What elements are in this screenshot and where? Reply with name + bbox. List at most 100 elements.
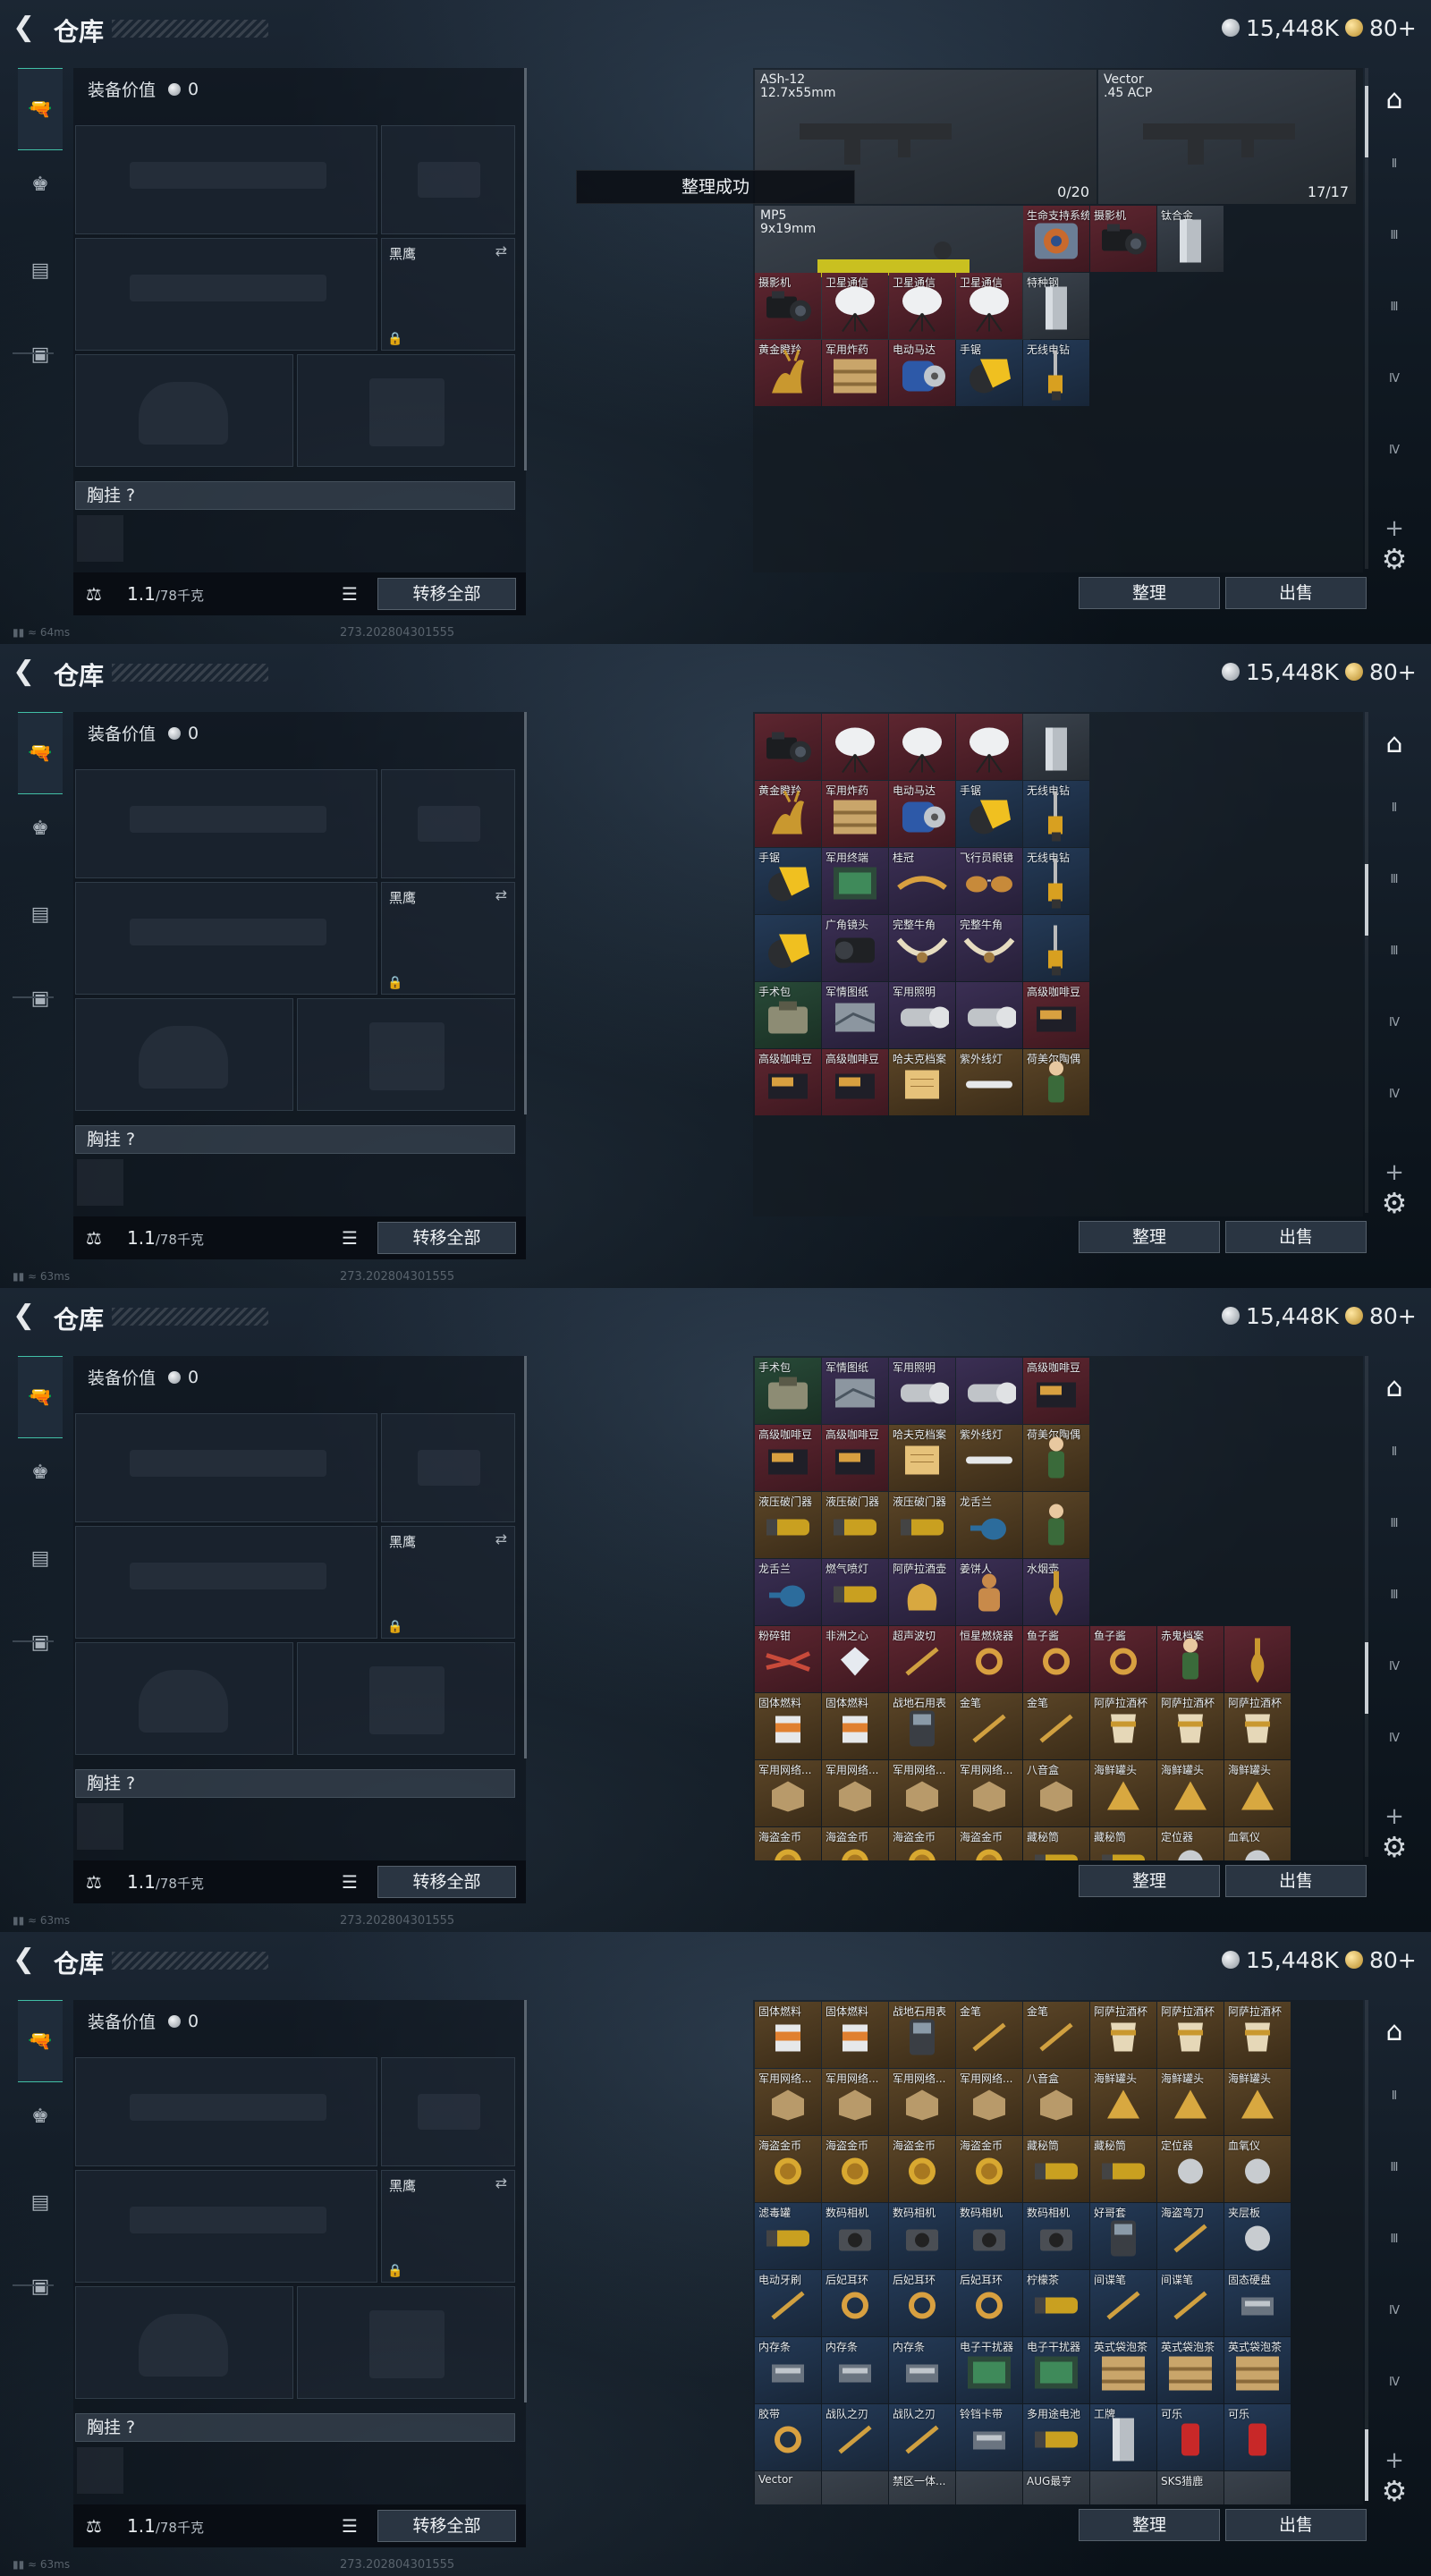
sort-button[interactable]: 整理 bbox=[1079, 1221, 1220, 1253]
transfer-all-button[interactable]: 转移全部 bbox=[377, 1222, 516, 1254]
stash-item[interactable]: 定位器 bbox=[1157, 2136, 1224, 2202]
tab-bag[interactable]: ▣ bbox=[18, 2259, 63, 2313]
loadout-scrollbar[interactable] bbox=[524, 2000, 527, 2402]
swap-icon[interactable]: ⇄ bbox=[495, 886, 507, 903]
gear-icon[interactable]: ⚙ bbox=[1372, 1830, 1417, 1864]
gear-icon[interactable]: ⚙ bbox=[1372, 1186, 1417, 1220]
back-icon[interactable]: ❮ bbox=[13, 14, 39, 41]
chest-rig-bar[interactable]: 胸挂 ? bbox=[75, 1125, 515, 1154]
stash-tab-4[interactable]: Ⅲ bbox=[1372, 301, 1417, 331]
gear-icon[interactable]: ⚙ bbox=[1372, 2474, 1417, 2508]
stash-tab-4[interactable]: Ⅲ bbox=[1372, 945, 1417, 975]
stash-item[interactable]: 燃气喷灯 bbox=[822, 1559, 888, 1625]
stash-item[interactable]: 军情图纸 bbox=[822, 1358, 888, 1424]
chest-rig-slot[interactable] bbox=[77, 1803, 123, 1850]
stash-item[interactable]: 英式袋泡茶 bbox=[1224, 2337, 1291, 2403]
stash-item[interactable]: 军用炸药 bbox=[822, 781, 888, 847]
stash-item[interactable]: 军用网络... bbox=[822, 1760, 888, 1826]
stash-item[interactable]: 黄金瞪羚 bbox=[755, 340, 821, 406]
stash-item[interactable]: 卫星通信 bbox=[889, 273, 955, 339]
melee-slot[interactable]: 黑鹰 ⇄ 🔒 bbox=[381, 238, 515, 351]
sell-button[interactable]: 出售 bbox=[1225, 2509, 1367, 2541]
stash-item[interactable]: 滤毒罐 bbox=[755, 2203, 821, 2269]
helmet-slot[interactable] bbox=[75, 354, 293, 467]
stash-item[interactable]: 阿萨拉酒杯 bbox=[1090, 1693, 1156, 1759]
stash-item[interactable]: 内存条 bbox=[889, 2337, 955, 2403]
stash-item[interactable]: 固体燃料 bbox=[822, 2002, 888, 2068]
stash-scrollbar[interactable] bbox=[1365, 712, 1368, 1213]
tab-armor[interactable]: ♚ bbox=[18, 157, 63, 211]
tab-weapons[interactable]: 🔫 bbox=[18, 68, 63, 150]
stash-item[interactable] bbox=[1090, 2471, 1156, 2504]
stash-item[interactable]: 军情图纸 bbox=[822, 982, 888, 1048]
stash-item[interactable]: 电动牙刷 bbox=[755, 2270, 821, 2336]
tab-weapons[interactable]: 🔫 bbox=[18, 712, 63, 794]
stash-item[interactable]: 军用网络... bbox=[956, 2069, 1022, 2135]
stash-tab-4[interactable]: Ⅲ bbox=[1372, 1589, 1417, 1619]
stash-item[interactable]: 军用网络... bbox=[755, 1760, 821, 1826]
back-icon[interactable]: ❮ bbox=[13, 1946, 39, 1973]
stash-item[interactable]: 阿萨拉酒杯 bbox=[1157, 2002, 1224, 2068]
stash-item[interactable]: 铃铛卡带 bbox=[956, 2404, 1022, 2470]
stash-item[interactable]: 手锯 bbox=[956, 340, 1022, 406]
gear-icon[interactable]: ⚙ bbox=[1372, 542, 1417, 576]
stash-item[interactable] bbox=[822, 714, 888, 780]
stash-item[interactable]: 固体燃料 bbox=[822, 1693, 888, 1759]
stash-item[interactable]: 特种钢 bbox=[1023, 273, 1089, 339]
chest-rig-bar[interactable]: 胸挂 ? bbox=[75, 1769, 515, 1798]
stash-item[interactable]: 高级咖啡豆 bbox=[822, 1049, 888, 1115]
primary-weapon-slot[interactable] bbox=[75, 2057, 377, 2166]
stash-item[interactable]: 飞行员眼镜 bbox=[956, 848, 1022, 914]
stash-item[interactable]: 超声波切 bbox=[889, 1626, 955, 1692]
stash-item[interactable]: 血氧仪 bbox=[1224, 2136, 1291, 2202]
stash-home-icon[interactable]: ⌂ bbox=[1372, 1372, 1417, 1403]
stash-item[interactable]: 藏秘筒 bbox=[1090, 1827, 1156, 1860]
stash-item[interactable]: 固体燃料 bbox=[755, 2002, 821, 2068]
chest-rig-bar[interactable]: 胸挂 ? bbox=[75, 2413, 515, 2442]
stash-item[interactable]: 生命支持系统 bbox=[1023, 206, 1089, 272]
tab-armor[interactable]: ♚ bbox=[18, 801, 63, 855]
stash-item[interactable]: 军用照明 bbox=[889, 1358, 955, 1424]
stash-item[interactable]: 液压破门器 bbox=[889, 1492, 955, 1558]
stash-item[interactable]: 海鲜罐头 bbox=[1157, 2069, 1224, 2135]
stash-item[interactable]: 金笔 bbox=[956, 2002, 1022, 2068]
stash-item[interactable]: 哈夫克档案 bbox=[889, 1049, 955, 1115]
stash-tab-4[interactable]: Ⅲ bbox=[1372, 2233, 1417, 2263]
stash-item[interactable]: 可乐 bbox=[1224, 2404, 1291, 2470]
stash-home-icon[interactable]: ⌂ bbox=[1372, 84, 1417, 115]
stash-item[interactable]: 阿萨拉酒杯 bbox=[1224, 1693, 1291, 1759]
armor-slot[interactable] bbox=[297, 354, 515, 467]
stash-item[interactable]: 液压破门器 bbox=[755, 1492, 821, 1558]
stash-item[interactable]: AUG最亨 bbox=[1023, 2471, 1089, 2504]
stash-item[interactable]: 海盗金币 bbox=[755, 2136, 821, 2202]
secondary-weapon-slot[interactable] bbox=[75, 2170, 377, 2283]
stash-item[interactable]: 电动马达 bbox=[889, 781, 955, 847]
stash-item[interactable]: 间谍笔 bbox=[1090, 2270, 1156, 2336]
stash-item[interactable] bbox=[956, 1358, 1022, 1424]
stash-tab-3[interactable]: Ⅲ bbox=[1372, 229, 1417, 259]
stash-tab-2[interactable]: Ⅱ bbox=[1372, 1445, 1417, 1476]
stash-item[interactable]: 数码相机 bbox=[822, 2203, 888, 2269]
stash-item[interactable]: 英式袋泡茶 bbox=[1157, 2337, 1224, 2403]
stash-scrollbar[interactable] bbox=[1365, 68, 1368, 569]
stash-item[interactable]: 胶带 bbox=[755, 2404, 821, 2470]
stash-item[interactable]: 金笔 bbox=[956, 1693, 1022, 1759]
helmet-slot[interactable] bbox=[75, 1642, 293, 1755]
add-stash-icon[interactable]: + bbox=[1372, 1159, 1417, 1186]
armor-slot[interactable] bbox=[297, 1642, 515, 1755]
stash-item[interactable]: 战地石用表 bbox=[889, 1693, 955, 1759]
stash-tab-5[interactable]: Ⅳ bbox=[1372, 372, 1417, 402]
transfer-all-button[interactable]: 转移全部 bbox=[377, 1866, 516, 1898]
stash-item[interactable]: 柠檬茶 bbox=[1023, 2270, 1089, 2336]
sell-button[interactable]: 出售 bbox=[1225, 577, 1367, 609]
stash-item[interactable]: 无线电钻 bbox=[1023, 848, 1089, 914]
stash-item[interactable]: 阿萨拉酒杯 bbox=[1157, 1693, 1224, 1759]
swap-icon[interactable]: ⇄ bbox=[495, 1530, 507, 1547]
primary-weapon-slot[interactable] bbox=[75, 125, 377, 234]
armor-slot[interactable] bbox=[297, 998, 515, 1111]
secondary-weapon-slot[interactable] bbox=[75, 882, 377, 995]
stash-item[interactable]: 军用网络... bbox=[956, 1760, 1022, 1826]
stash-tab-6[interactable]: Ⅳ bbox=[1372, 444, 1417, 474]
stash-tab-5[interactable]: Ⅳ bbox=[1372, 1660, 1417, 1690]
stash-item[interactable]: 荷美尔陶偶 bbox=[1023, 1425, 1089, 1491]
